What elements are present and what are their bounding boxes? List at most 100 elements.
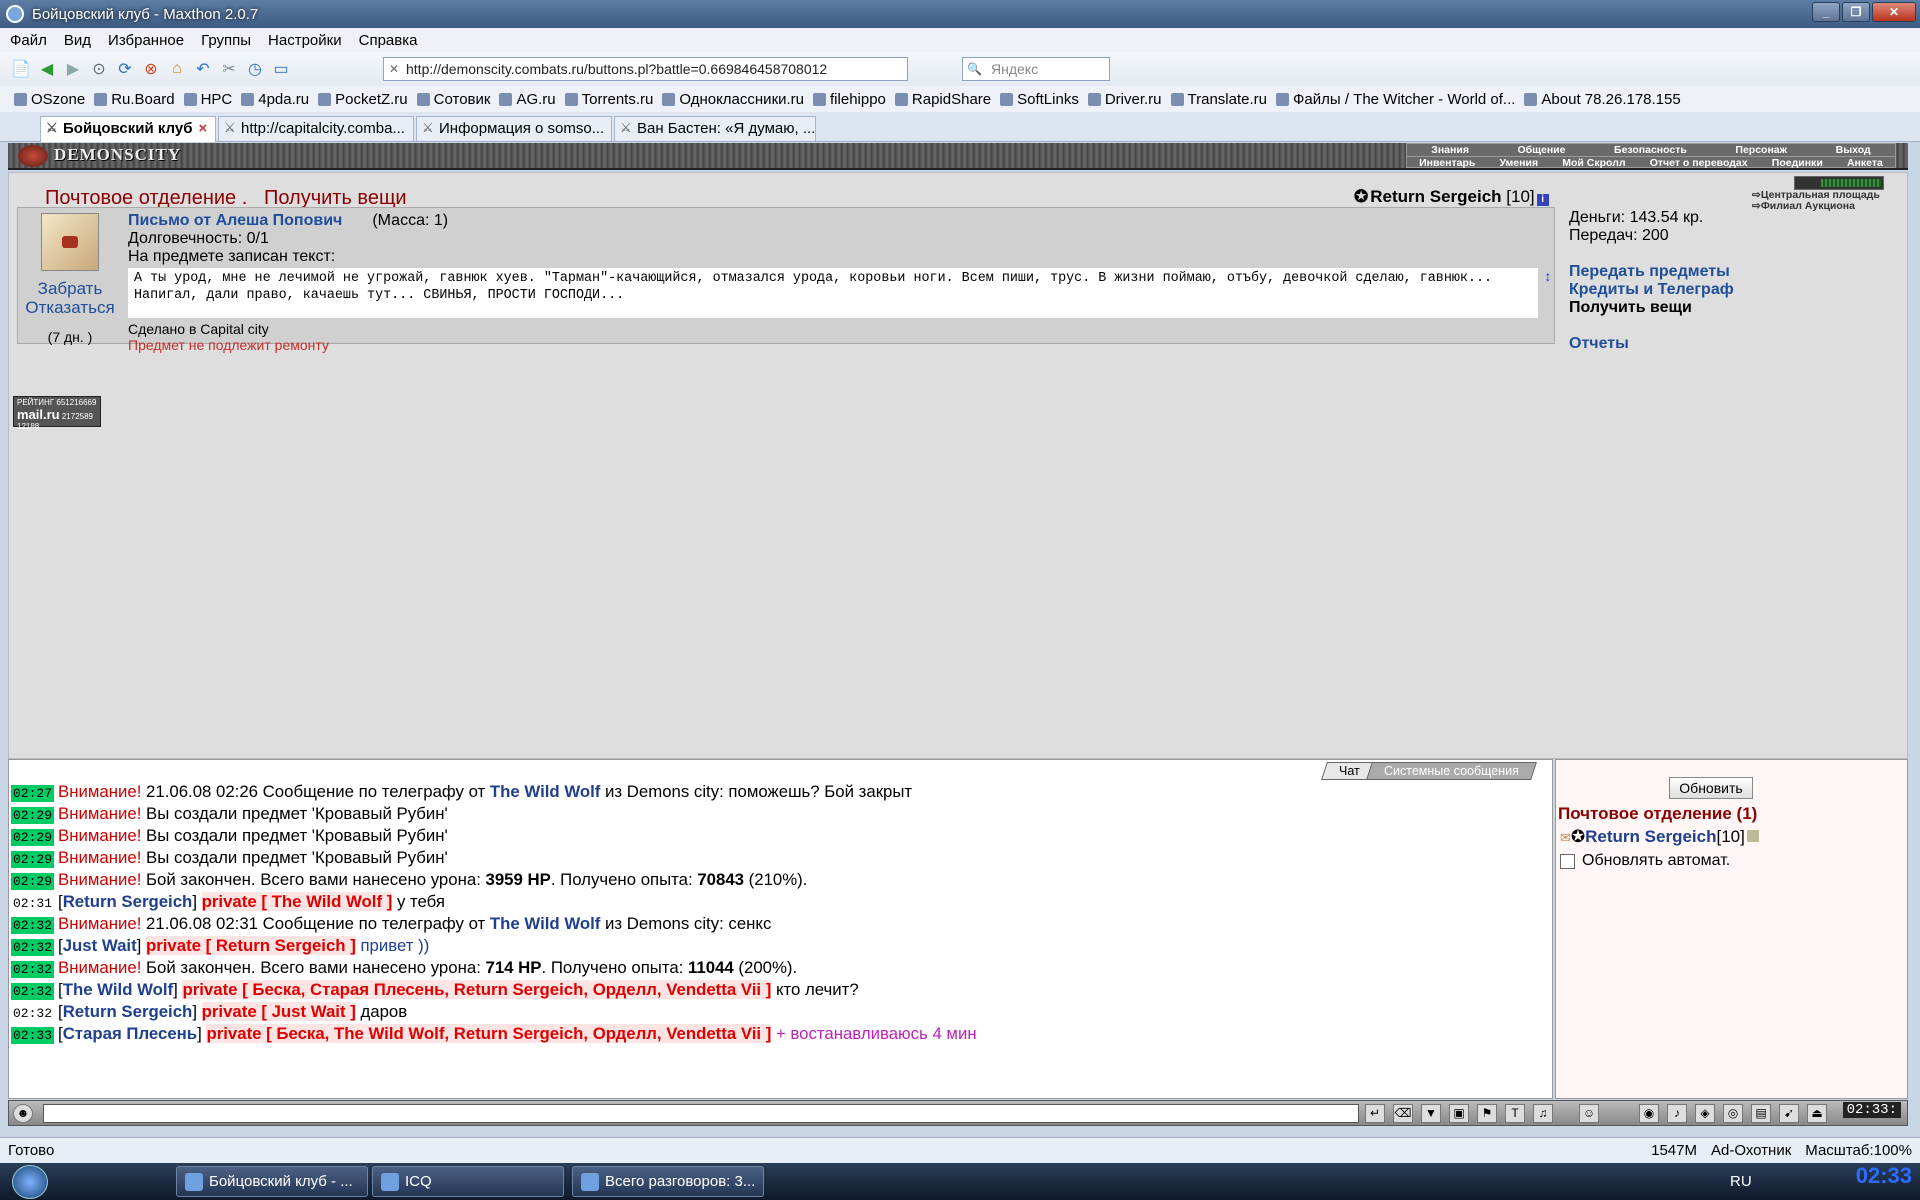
smiley-icon[interactable]: ☺ (1579, 1104, 1599, 1123)
nav-communication[interactable]: Общение (1517, 144, 1565, 156)
clear-icon[interactable]: ⌫ (1393, 1104, 1413, 1123)
eye-icon[interactable]: ◎ (1723, 1104, 1743, 1123)
bookmark-item[interactable]: PocketZ.ru (318, 91, 408, 108)
scroll-arrows-icon[interactable]: ↕ (1544, 270, 1552, 287)
close-tab-icon[interactable]: × (199, 120, 208, 137)
take-link[interactable]: Забрать (18, 279, 122, 298)
refuse-link[interactable]: Отказаться (18, 298, 122, 317)
taskbar-chat-window[interactable]: Всего разговоров: 3... (572, 1166, 764, 1197)
item-title[interactable]: Письмо от Алеша Попович (128, 212, 342, 229)
info-icon[interactable]: i (1536, 194, 1549, 206)
nickname[interactable]: Return Sergeich (63, 892, 193, 911)
menu-view[interactable]: Вид (64, 32, 91, 49)
history-dropdown-icon[interactable]: ⊙ (88, 58, 110, 80)
bookmark-item[interactable]: Одноклассники.ru (662, 91, 804, 108)
send-icon[interactable]: ↵ (1365, 1104, 1385, 1123)
bookmark-item[interactable]: filehippo (813, 91, 886, 108)
bookmark-item[interactable]: RapidShare (895, 91, 991, 108)
bookmark-item[interactable]: AG.ru (499, 91, 555, 108)
nav-duels[interactable]: Поединки (1772, 157, 1823, 169)
nickname[interactable]: The Wild Wolf (63, 980, 173, 999)
tab-van-basten[interactable]: Ван Бастен: «Я думаю, ... (614, 116, 816, 141)
private-recipients[interactable]: private [ Беска, The Wild Wolf, Return S… (206, 1024, 772, 1043)
nav-my-scroll[interactable]: Мой Скролл (1562, 157, 1625, 169)
menu-settings[interactable]: Настройки (268, 32, 342, 49)
message-time[interactable]: 02:32 (11, 939, 55, 956)
refresh-icon[interactable]: ⟳ (114, 58, 136, 80)
language-indicator[interactable]: RU (1730, 1173, 1752, 1190)
message-time[interactable]: 02:32 (11, 961, 55, 978)
bookmark-item[interactable]: Файлы / The Witcher - World of... (1276, 91, 1515, 108)
nickname[interactable]: The Wild Wolf (490, 782, 600, 801)
filter-icon[interactable]: ▼ (1421, 1104, 1441, 1123)
search-input[interactable]: Яндекс (962, 57, 1110, 81)
menu-favorites[interactable]: Избранное (108, 32, 184, 49)
taskbar-maxthon[interactable]: Бойцовский клуб - ... (176, 1166, 368, 1197)
bookmark-item[interactable]: Torrents.ru (565, 91, 654, 108)
bird-icon[interactable]: ➹ (1779, 1104, 1799, 1123)
zoom-level[interactable]: Масштаб:100% (1805, 1142, 1912, 1159)
message-time[interactable]: 02:32 (11, 983, 55, 1000)
start-button[interactable] (12, 1165, 48, 1199)
minimize-button[interactable]: _ (1812, 2, 1840, 22)
credits-telegraph-link[interactable]: Кредиты и Телеграф (1569, 281, 1899, 299)
tab-fight-club[interactable]: Бойцовский клуб × (40, 116, 216, 142)
window-icon[interactable]: ▭ (270, 58, 292, 80)
nickname[interactable]: Return Sergeich (63, 1002, 193, 1021)
auto-refresh[interactable]: Обновлять автомат. (1560, 852, 1730, 870)
message-time[interactable]: 02:29 (11, 851, 55, 868)
undo-icon[interactable]: ↶ (192, 58, 214, 80)
menu-groups[interactable]: Группы (201, 32, 251, 49)
music-icon[interactable]: ♫ (1533, 1104, 1553, 1123)
taskbar-icq[interactable]: ICQ (372, 1166, 564, 1197)
clock-icon[interactable]: ◷ (244, 58, 266, 80)
receive-items-link[interactable]: Получить вещи (1569, 299, 1899, 317)
message-time[interactable]: 02:32 (11, 917, 55, 934)
user-info[interactable]: Return Sergeich [10]i (1354, 187, 1549, 207)
private-recipients[interactable]: private [ Беска, Старая Плесень, Return … (182, 980, 772, 999)
nav-inventory[interactable]: Инвентарь (1419, 157, 1475, 169)
message-time[interactable]: 02:32 (11, 1005, 54, 1022)
message-time[interactable]: 02:31 (11, 895, 54, 912)
refresh-button[interactable]: Обновить (1669, 777, 1753, 799)
back-icon[interactable]: ◀ (36, 58, 58, 80)
close-window-button[interactable]: ✕ (1872, 2, 1916, 22)
smile-menu-icon[interactable]: ☻ (13, 1104, 33, 1123)
menu-file[interactable]: Файл (10, 32, 47, 49)
tab-system-messages[interactable]: Системные сообщения (1366, 762, 1537, 780)
note-icon[interactable]: ♪ (1667, 1104, 1687, 1123)
online-user-name[interactable]: Return Sergeich (1585, 827, 1716, 846)
menu-help[interactable]: Справка (359, 32, 418, 49)
bookmark-item[interactable]: Translate.ru (1171, 91, 1267, 108)
tab-info[interactable]: Информация о somso... (416, 116, 612, 141)
maximize-button[interactable]: ❐ (1842, 2, 1870, 22)
lock-icon[interactable]: ▤ (1751, 1104, 1771, 1123)
bookmark-item[interactable]: HPC (184, 91, 233, 108)
nickname[interactable]: Just Wait (63, 936, 137, 955)
walk-icon[interactable]: ⚑ (1477, 1104, 1497, 1123)
bookmark-item[interactable]: Ru.Board (94, 91, 174, 108)
system-clock[interactable]: 02:33 (1856, 1163, 1912, 1189)
message-time[interactable]: 02:29 (11, 873, 55, 890)
translit-icon[interactable]: Т (1505, 1104, 1525, 1123)
nav-security[interactable]: Безопасность (1614, 144, 1687, 156)
auto-refresh-checkbox[interactable] (1560, 853, 1575, 869)
nickname[interactable]: Старая Плесень (63, 1024, 197, 1043)
bookmark-item[interactable]: Driver.ru (1088, 91, 1162, 108)
bookmark-item[interactable]: OSzone (14, 91, 85, 108)
bookmark-item[interactable]: Сотовик (417, 91, 491, 108)
forward-icon[interactable]: ▶ (62, 58, 84, 80)
reports-link[interactable]: Отчеты (1569, 335, 1899, 353)
user-name[interactable]: Return Sergeich (1370, 187, 1501, 206)
nav-exit[interactable]: Выход (1836, 144, 1871, 156)
online-user[interactable]: ✉✪Return Sergeich[10] (1560, 827, 1759, 847)
save-icon[interactable]: ▣ (1449, 1104, 1469, 1123)
nav-character[interactable]: Персонаж (1735, 144, 1787, 156)
mail-ru-counter[interactable]: РЕЙТИНГ 651216669 mail.ru 2172589 12188 (13, 396, 101, 431)
private-recipients[interactable]: private [ The Wild Wolf ] (201, 892, 393, 911)
mask-icon[interactable]: ◈ (1695, 1104, 1715, 1123)
info-icon[interactable] (1746, 830, 1759, 842)
bookmark-item[interactable]: 4pda.ru (241, 91, 309, 108)
private-icon[interactable]: ✉ (1560, 830, 1571, 845)
private-recipients[interactable]: private [ Just Wait ] (201, 1002, 356, 1021)
